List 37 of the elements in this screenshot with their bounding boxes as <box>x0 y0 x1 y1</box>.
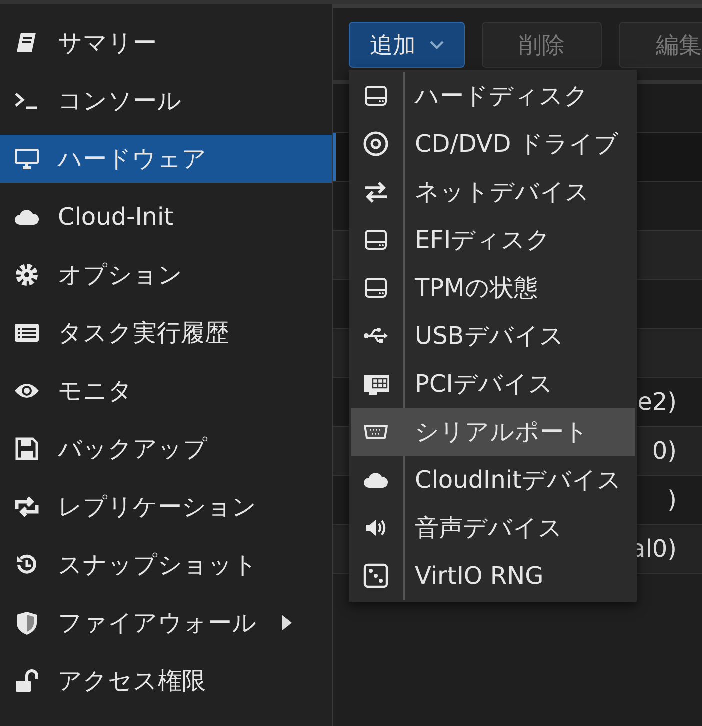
sidebar-item[interactable]: Cloud-Init <box>0 193 332 241</box>
caret-icon <box>281 614 293 632</box>
menu-item[interactable]: PCIデバイス <box>351 360 635 408</box>
menu-item[interactable]: TPMの状態 <box>351 264 635 312</box>
chevron-down-icon <box>430 40 444 50</box>
cell-text: e2) <box>638 388 677 416</box>
menu-item[interactable]: ネットデバイス <box>351 168 635 216</box>
menu-item[interactable]: CD/DVD ドライブ <box>351 120 635 168</box>
sidebar-item[interactable]: モニタ <box>0 367 332 415</box>
menu-item[interactable]: 音声デバイス <box>351 504 635 552</box>
sidebar-item[interactable]: コンソール <box>0 77 332 125</box>
gear-icon <box>14 262 40 288</box>
disc-icon <box>363 131 389 157</box>
menu-item[interactable]: ハードディスク <box>351 72 635 120</box>
unlock-icon <box>14 668 40 694</box>
sidebar-item[interactable]: オプション <box>0 251 332 299</box>
sidebar-item[interactable]: タスク実行履歴 <box>0 309 332 357</box>
sidebar-item[interactable]: バックアップ <box>0 425 332 473</box>
sidebar-item[interactable]: アクセス権限 <box>0 657 332 705</box>
dice-icon <box>363 563 389 589</box>
sidebar-item[interactable]: レプリケーション <box>0 483 332 531</box>
shield-icon <box>14 610 40 636</box>
sidebar-item[interactable]: サマリー <box>0 19 332 67</box>
menu-item[interactable]: VirtIO RNG <box>351 552 635 600</box>
menu-item[interactable]: CloudInitデバイス <box>351 456 635 504</box>
cell-text: 0) <box>652 437 677 465</box>
swap-arrows-icon <box>363 179 389 205</box>
sidebar-item[interactable]: スナップショット <box>0 541 332 589</box>
menu-item[interactable]: EFIディスク <box>351 216 635 264</box>
monitor-icon <box>14 146 40 172</box>
sidebar-item[interactable]: ファイアウォール <box>0 599 332 647</box>
menu-item[interactable]: シリアルポート <box>351 408 635 456</box>
cell-text: ) <box>668 486 677 514</box>
toolbar-button[interactable]: 追加 <box>349 22 465 68</box>
repeat-arrows-icon <box>14 494 40 520</box>
menu-item[interactable]: USBデバイス <box>351 312 635 360</box>
sidebar-item[interactable]: ハードウェア <box>0 135 332 183</box>
